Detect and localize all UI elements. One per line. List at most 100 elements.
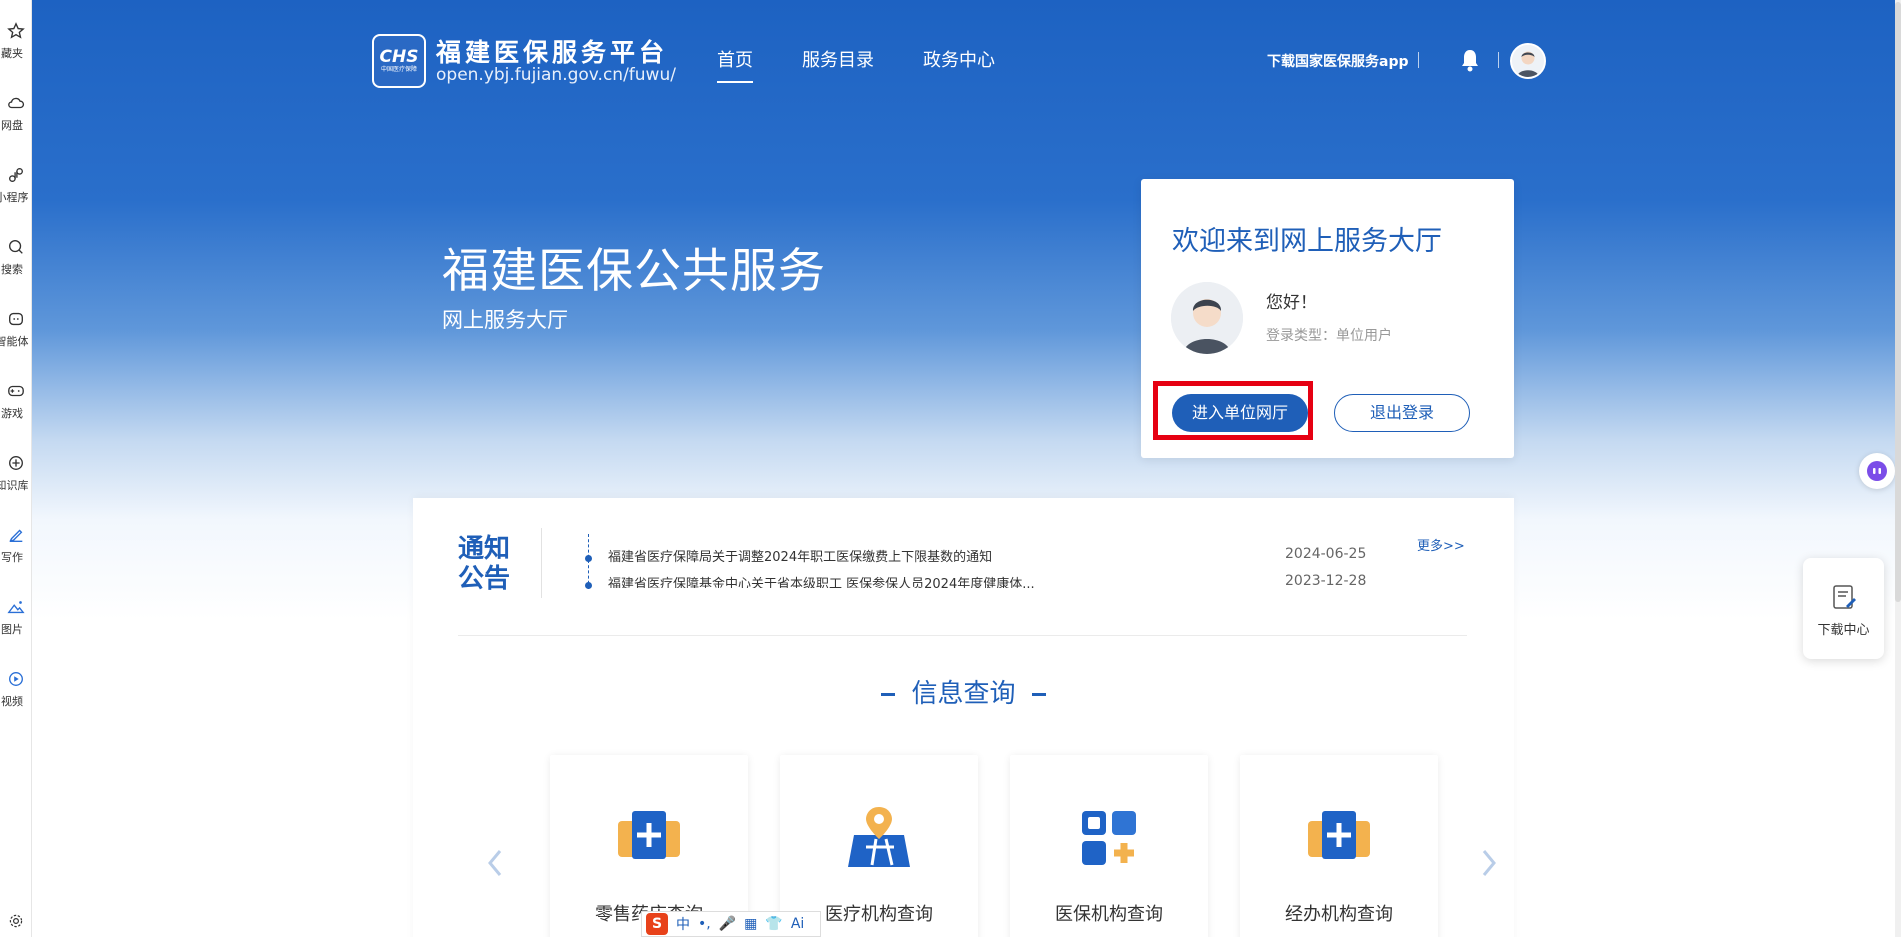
login-type: 登录类型：单位用户 <box>1266 328 1392 344</box>
service-card-label: 医保机构查询 <box>1055 904 1163 925</box>
ai-assistant-button[interactable] <box>1859 453 1895 489</box>
rail-label: 游戏 <box>1 407 23 420</box>
service-card-label: 经办机构查询 <box>1285 904 1393 925</box>
rail-label: 智能体 <box>0 335 29 348</box>
notice-item[interactable]: 福建省医疗保障基金中心关于省本级职工 医保参保人员2024年度健康体... 20… <box>413 573 1514 588</box>
avatar <box>1171 282 1243 354</box>
download-center[interactable]: 下载中心 <box>1803 558 1884 659</box>
rail-label: 图片 <box>1 623 23 636</box>
service-card-insurance-institution[interactable]: 医保机构查询 <box>1010 755 1208 937</box>
rail-item-mini-program[interactable]: 小程序 <box>0 166 32 205</box>
ime-punctuation-icon[interactable]: •, <box>698 916 711 932</box>
ime-keyboard-icon[interactable]: ▦ <box>744 916 757 932</box>
title-dash <box>1031 693 1046 696</box>
notice-list: 福建省医疗保障局关于调整2024年职工医保缴费上下限基数的通知 2024-06-… <box>413 546 1514 588</box>
service-card-medical-institution[interactable]: 医疗机构查询 <box>780 755 978 937</box>
logo-text: CHS <box>379 47 419 67</box>
ime-logo-icon[interactable]: S <box>646 913 668 935</box>
nav-home[interactable]: 首页 <box>717 46 753 83</box>
user-icon <box>1171 282 1243 354</box>
agent-icon <box>9 312 23 326</box>
hero-title: 福建医保公共服务 <box>442 244 826 299</box>
service-card-pharmacy[interactable]: 零售药店查询 <box>550 755 748 937</box>
main-nav: 首页 服务目录 政务中心 <box>717 46 1044 83</box>
welcome-title: 欢迎来到网上服务大厅 <box>1172 226 1442 257</box>
cloud-icon <box>8 97 25 109</box>
site-name: 福建医保服务平台 <box>436 38 669 67</box>
pharmacy-icon <box>618 811 680 859</box>
logout-button[interactable]: 退出登录 <box>1334 394 1470 432</box>
rail-label: 小程序 <box>0 191 29 204</box>
ime-ai-button[interactable]: Ai <box>791 916 804 932</box>
rail-label: 写作 <box>1 551 23 564</box>
rail-item-knowledge[interactable]: 知识库 <box>0 454 32 493</box>
title-dash <box>881 693 896 696</box>
hero-subtitle: 网上服务大厅 <box>442 308 568 332</box>
rail-label: 搜索 <box>1 263 23 276</box>
rail-item-favorites[interactable]: 藏夹 <box>0 22 32 61</box>
knowledge-icon <box>9 456 23 470</box>
rail-item-video[interactable]: 视频 <box>0 670 32 709</box>
nav-government-center[interactable]: 政务中心 <box>923 46 995 72</box>
rail-item-writing[interactable]: 写作 <box>0 526 32 565</box>
section-title-info-query: 信息查询 <box>413 673 1514 710</box>
header-divider <box>1498 52 1499 68</box>
header-avatar[interactable] <box>1510 43 1546 79</box>
bell-icon[interactable] <box>1458 47 1482 73</box>
rail-label: 知识库 <box>0 479 29 492</box>
notice-date: 2023-12-28 <box>1285 573 1367 588</box>
video-icon <box>9 672 23 686</box>
rail-item-games[interactable]: 游戏 <box>0 382 32 421</box>
notice-date: 2024-06-25 <box>1285 546 1367 562</box>
site-url: open.ybj.fujian.gov.cn/fuwu/ <box>436 65 676 85</box>
medical-folder-icon <box>1308 811 1370 859</box>
grid-plus-icon <box>1082 811 1136 865</box>
gear-icon <box>9 914 23 928</box>
rail-label: 藏夹 <box>1 47 23 60</box>
notice-title: 福建省医疗保障基金中心关于省本级职工 医保参保人员2024年度健康体... <box>608 577 1035 588</box>
document-download-icon <box>1833 585 1856 609</box>
logo-subtext: 中国医疗保障 <box>380 66 417 73</box>
rail-item-image[interactable]: 图片 <box>0 598 32 637</box>
rail-item-agent[interactable]: 智能体 <box>0 310 32 349</box>
download-center-label: 下载中心 <box>1817 623 1870 638</box>
mini-program-icon <box>9 168 23 182</box>
notice-item[interactable]: 福建省医疗保障局关于调整2024年职工医保缴费上下限基数的通知 2024-06-… <box>413 546 1514 566</box>
ime-toolbar[interactable]: S 中 •, 🎤 ▦ 👕 Ai <box>641 911 821 937</box>
carousel-prev-icon[interactable] <box>485 848 505 878</box>
content-panel: 通知公告 福建省医疗保障局关于调整2024年职工医保缴费上下限基数的通知 202… <box>413 498 1514 937</box>
star-icon <box>7 22 25 39</box>
search-icon <box>9 240 23 254</box>
more-notices-link[interactable]: 更多>> <box>1417 535 1465 554</box>
page: CHS 中国医疗保障 福建医保服务平台 open.ybj.fujian.gov.… <box>32 0 1901 937</box>
header-divider <box>1418 52 1419 68</box>
rail-item-search[interactable]: 搜索 <box>0 238 32 277</box>
map-location-icon <box>848 807 910 867</box>
enter-unit-hall-button[interactable]: 进入单位网厅 <box>1172 394 1308 432</box>
gamepad-icon <box>8 385 24 397</box>
greeting-text: 您好！ <box>1266 293 1317 313</box>
site-logo[interactable]: CHS 中国医疗保障 <box>372 34 426 88</box>
ime-skin-icon[interactable]: 👕 <box>765 916 782 932</box>
pen-icon <box>9 529 23 542</box>
scrollbar-thumb[interactable] <box>1895 2 1901 602</box>
divider <box>458 635 1467 636</box>
ime-microphone-icon[interactable]: 🎤 <box>719 916 736 932</box>
welcome-card: 欢迎来到网上服务大厅 您好！ 登录类型：单位用户 进入单位网厅 退出登录 <box>1141 179 1514 458</box>
scrollbar[interactable] <box>1895 0 1901 937</box>
section-title-text: 信息查询 <box>911 679 1016 709</box>
ai-assistant-icon <box>1867 461 1887 481</box>
nav-service-catalog[interactable]: 服务目录 <box>802 46 874 72</box>
rail-label: 视频 <box>1 695 23 708</box>
user-icon <box>1512 45 1544 77</box>
carousel-next-icon[interactable] <box>1479 848 1499 878</box>
service-card-agency[interactable]: 经办机构查询 <box>1240 755 1438 937</box>
browser-side-rail: 藏夹 网盘 小程序 搜索 智能体 游戏 知识库 写作 图片 视频 <box>0 0 32 937</box>
image-icon <box>7 601 25 614</box>
download-app-link[interactable]: 下载国家医保服务app <box>1267 51 1409 71</box>
ime-chinese-mode[interactable]: 中 <box>676 914 690 934</box>
rail-settings[interactable] <box>0 913 32 929</box>
rail-item-cloud[interactable]: 网盘 <box>0 94 32 133</box>
rail-label: 网盘 <box>1 119 23 132</box>
notice-title: 福建省医疗保障局关于调整2024年职工医保缴费上下限基数的通知 <box>608 550 993 565</box>
